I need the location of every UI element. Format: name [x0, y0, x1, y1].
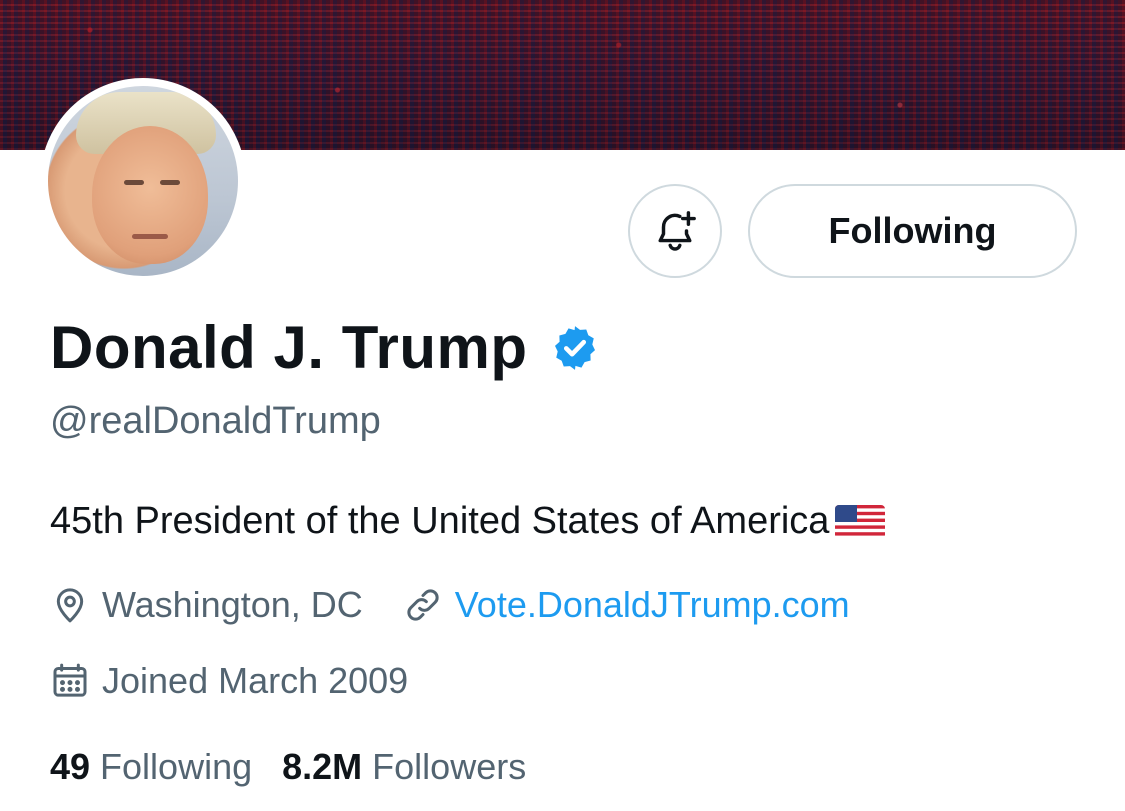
followers-stat[interactable]: 8.2M Followers — [282, 746, 526, 788]
website-link[interactable]: Vote.DonaldJTrump.com — [455, 584, 850, 626]
avatar-face — [92, 126, 208, 264]
calendar-icon — [53, 663, 87, 697]
followers-label: Followers — [372, 746, 527, 787]
avatar-mouth — [132, 234, 168, 239]
verified-badge-icon — [554, 326, 595, 370]
follow-stats: 49 Following 8.2M Followers — [50, 746, 526, 788]
avatar-eye-left — [124, 180, 144, 185]
bio-text: 45th President of the United States of A… — [50, 500, 830, 542]
avatar[interactable] — [48, 86, 238, 276]
display-name: Donald J. Trump — [50, 314, 528, 381]
following-count: 49 — [50, 746, 91, 787]
bio: 45th President of the United States of A… — [50, 500, 886, 543]
joined-date: Joined March 2009 — [50, 660, 408, 702]
link-icon — [407, 589, 439, 621]
website[interactable]: Vote.DonaldJTrump.com — [403, 584, 850, 626]
name-row: Donald J. Trump — [50, 312, 600, 384]
us-flag-icon — [835, 504, 886, 539]
joined-row: Joined March 2009 — [50, 660, 408, 702]
location-text: Washington, DC — [102, 584, 363, 625]
joined-text: Joined March 2009 — [102, 660, 409, 701]
followers-count: 8.2M — [282, 746, 363, 787]
profile-meta-row: Washington, DC Vote.DonaldJTrump.com — [50, 584, 850, 626]
following-stat[interactable]: 49 Following — [50, 746, 252, 788]
following-label: Following — [100, 746, 253, 787]
user-handle: @realDonaldTrump — [50, 400, 381, 442]
notifications-button[interactable] — [628, 184, 722, 278]
location-pin-icon — [56, 588, 84, 623]
avatar-eye-right — [160, 180, 180, 185]
location: Washington, DC — [50, 584, 363, 626]
bell-plus-icon — [658, 211, 696, 251]
following-button[interactable]: Following — [748, 184, 1077, 278]
